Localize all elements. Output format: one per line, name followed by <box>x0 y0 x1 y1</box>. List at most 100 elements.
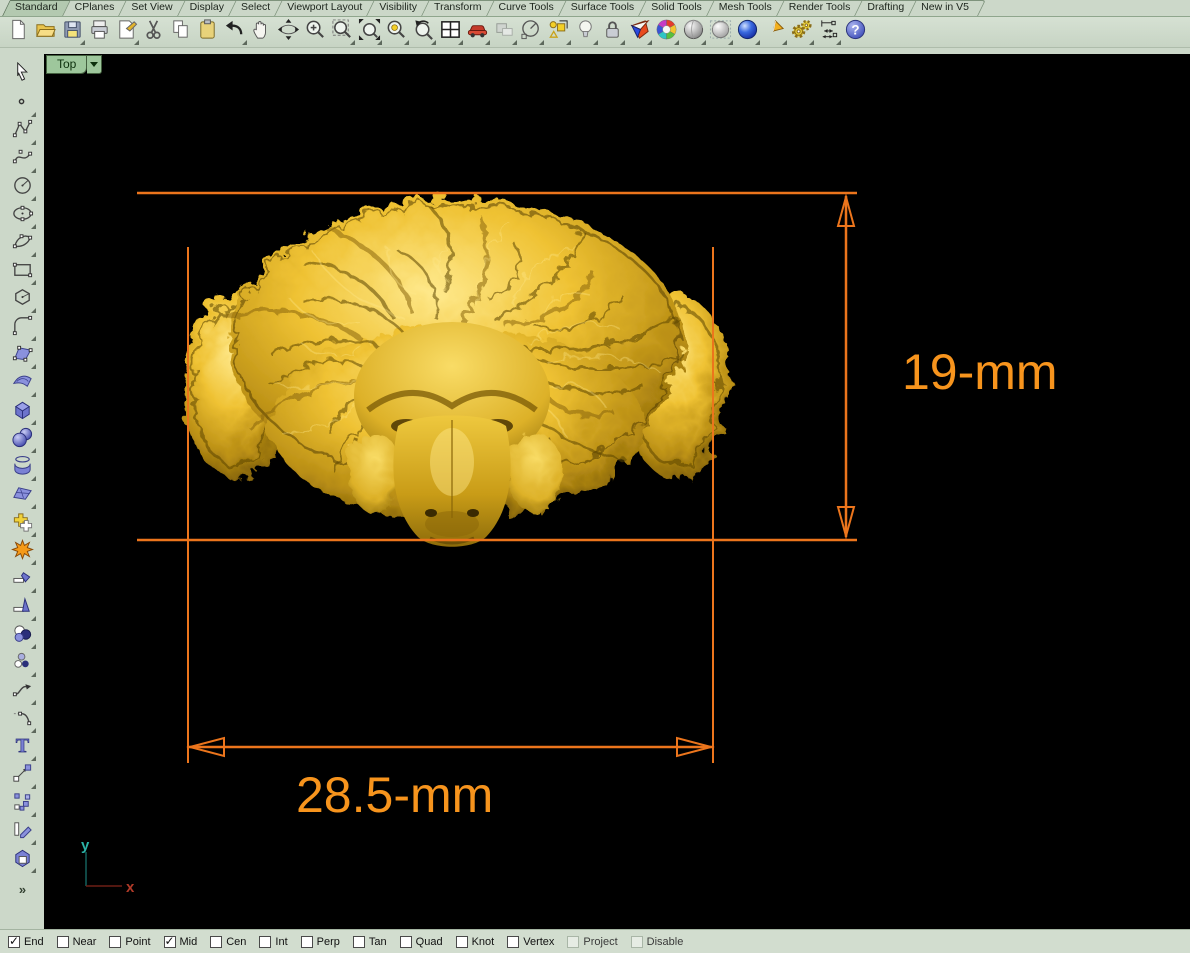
osnap-quad-checkbox[interactable] <box>400 936 412 948</box>
viewport-canvas[interactable]: 19-mm 28.5-mm y x <box>44 54 1190 929</box>
circle-button[interactable] <box>7 174 37 202</box>
lock-objects-button[interactable] <box>599 19 626 46</box>
viewport-title-label[interactable]: Top <box>46 55 87 74</box>
osnap-perp[interactable]: Perp <box>301 936 340 948</box>
flyout-corner-icon[interactable] <box>31 532 36 537</box>
render-button[interactable] <box>626 19 653 46</box>
osnap-point[interactable]: Point <box>109 936 150 948</box>
ghosted-viewport-button[interactable] <box>707 19 734 46</box>
edit-layers-button[interactable] <box>7 818 37 846</box>
split-button[interactable] <box>7 594 37 622</box>
osnap-tan-checkbox[interactable] <box>353 936 365 948</box>
osnap-perp-checkbox[interactable] <box>301 936 313 948</box>
rectangle-button[interactable] <box>7 258 37 286</box>
paste-button[interactable] <box>194 19 221 46</box>
osnap-end[interactable]: End <box>8 936 44 948</box>
flyout-corner-icon[interactable] <box>31 140 36 145</box>
flyout-corner-icon[interactable] <box>31 224 36 229</box>
tab-mesh-tools[interactable]: Mesh Tools <box>710 0 785 16</box>
array-button[interactable] <box>7 790 37 818</box>
sidebar-more-button[interactable]: » <box>19 882 25 897</box>
new-document-button[interactable] <box>5 19 32 46</box>
layer-tools-button[interactable] <box>545 19 572 46</box>
flyout-corner-icon[interactable] <box>701 40 706 45</box>
osnap-vertex[interactable]: Vertex <box>507 936 554 948</box>
osnap-point-checkbox[interactable] <box>109 936 121 948</box>
flyout-corner-icon[interactable] <box>485 40 490 45</box>
flyout-corner-icon[interactable] <box>31 336 36 341</box>
flyout-corner-icon[interactable] <box>31 700 36 705</box>
sphere-button[interactable] <box>7 426 37 454</box>
flyout-corner-icon[interactable] <box>836 40 841 45</box>
osnap-int[interactable]: Int <box>259 936 287 948</box>
flyout-corner-icon[interactable] <box>782 40 787 45</box>
tab-set-view[interactable]: Set View <box>122 0 185 16</box>
flyout-corner-icon[interactable] <box>31 616 36 621</box>
flyout-corner-icon[interactable] <box>31 308 36 313</box>
zoom-extents-button[interactable] <box>356 19 383 46</box>
cplane-button[interactable] <box>518 19 545 46</box>
undo-view-button[interactable] <box>410 19 437 46</box>
help-button[interactable]: ? <box>842 19 869 46</box>
osnap-int-checkbox[interactable] <box>259 936 271 948</box>
cut-button[interactable] <box>140 19 167 46</box>
explode-button[interactable] <box>7 538 37 566</box>
lion-head-model[interactable] <box>178 195 726 547</box>
cylinder-button[interactable] <box>7 454 37 482</box>
flyout-corner-icon[interactable] <box>80 40 85 45</box>
ellipse-button[interactable] <box>7 202 37 230</box>
flyout-corner-icon[interactable] <box>242 40 247 45</box>
tab-standard[interactable]: Standard <box>6 0 71 16</box>
polyline-button[interactable] <box>7 118 37 146</box>
osnap-cen-checkbox[interactable] <box>210 936 222 948</box>
blend-curve-button[interactable] <box>7 678 37 706</box>
flyout-corner-icon[interactable] <box>31 868 36 873</box>
flyout-corner-icon[interactable] <box>31 448 36 453</box>
osnap-tan[interactable]: Tan <box>353 936 387 948</box>
tab-new-in-v5[interactable]: New in V5 <box>912 0 982 16</box>
save-button[interactable] <box>59 19 86 46</box>
pan-button[interactable] <box>248 19 275 46</box>
tab-transform[interactable]: Transform <box>425 0 494 16</box>
zoom-window-button[interactable] <box>329 19 356 46</box>
select-pointer-button[interactable] <box>7 62 37 90</box>
rendered-viewport-button[interactable] <box>734 19 761 46</box>
flyout-corner-icon[interactable] <box>809 40 814 45</box>
hide-objects-button[interactable] <box>491 19 518 46</box>
flyout-corner-icon[interactable] <box>31 644 36 649</box>
solid-tools-button[interactable] <box>7 846 37 874</box>
flyout-corner-icon[interactable] <box>350 40 355 45</box>
interpolated-curve-button[interactable] <box>7 230 37 258</box>
flyout-corner-icon[interactable] <box>31 672 36 677</box>
boolean-union-button[interactable] <box>7 510 37 538</box>
export-notes-button[interactable] <box>113 19 140 46</box>
patch-surface-button[interactable] <box>7 482 37 510</box>
flyout-corner-icon[interactable] <box>31 280 36 285</box>
tab-curve-tools[interactable]: Curve Tools <box>490 0 567 16</box>
viewport-layout-button[interactable] <box>437 19 464 46</box>
flyout-corner-icon[interactable] <box>31 840 36 845</box>
flyout-corner-icon[interactable] <box>31 364 36 369</box>
flyout-corner-icon[interactable] <box>431 40 436 45</box>
flyout-corner-icon[interactable] <box>31 588 36 593</box>
dimension-tools-button[interactable] <box>815 19 842 46</box>
flyout-corner-icon[interactable] <box>539 40 544 45</box>
flyout-corner-icon[interactable] <box>31 812 36 817</box>
extend-curve-button[interactable] <box>7 706 37 734</box>
flyout-corner-icon[interactable] <box>674 40 679 45</box>
undo-button[interactable] <box>221 19 248 46</box>
trim-button[interactable] <box>7 566 37 594</box>
open-file-button[interactable] <box>32 19 59 46</box>
zoom-dynamic-button[interactable] <box>302 19 329 46</box>
print-button[interactable] <box>86 19 113 46</box>
flyout-corner-icon[interactable] <box>31 728 36 733</box>
flyout-corner-icon[interactable] <box>512 40 517 45</box>
picture-frame-button[interactable] <box>761 19 788 46</box>
lights-button[interactable] <box>572 19 599 46</box>
color-wheel-button[interactable] <box>653 19 680 46</box>
flyout-corner-icon[interactable] <box>31 560 36 565</box>
flyout-corner-icon[interactable] <box>134 40 139 45</box>
viewport-top[interactable]: Top <box>44 54 1190 929</box>
flyout-corner-icon[interactable] <box>31 112 36 117</box>
rotate-view-button[interactable] <box>275 19 302 46</box>
